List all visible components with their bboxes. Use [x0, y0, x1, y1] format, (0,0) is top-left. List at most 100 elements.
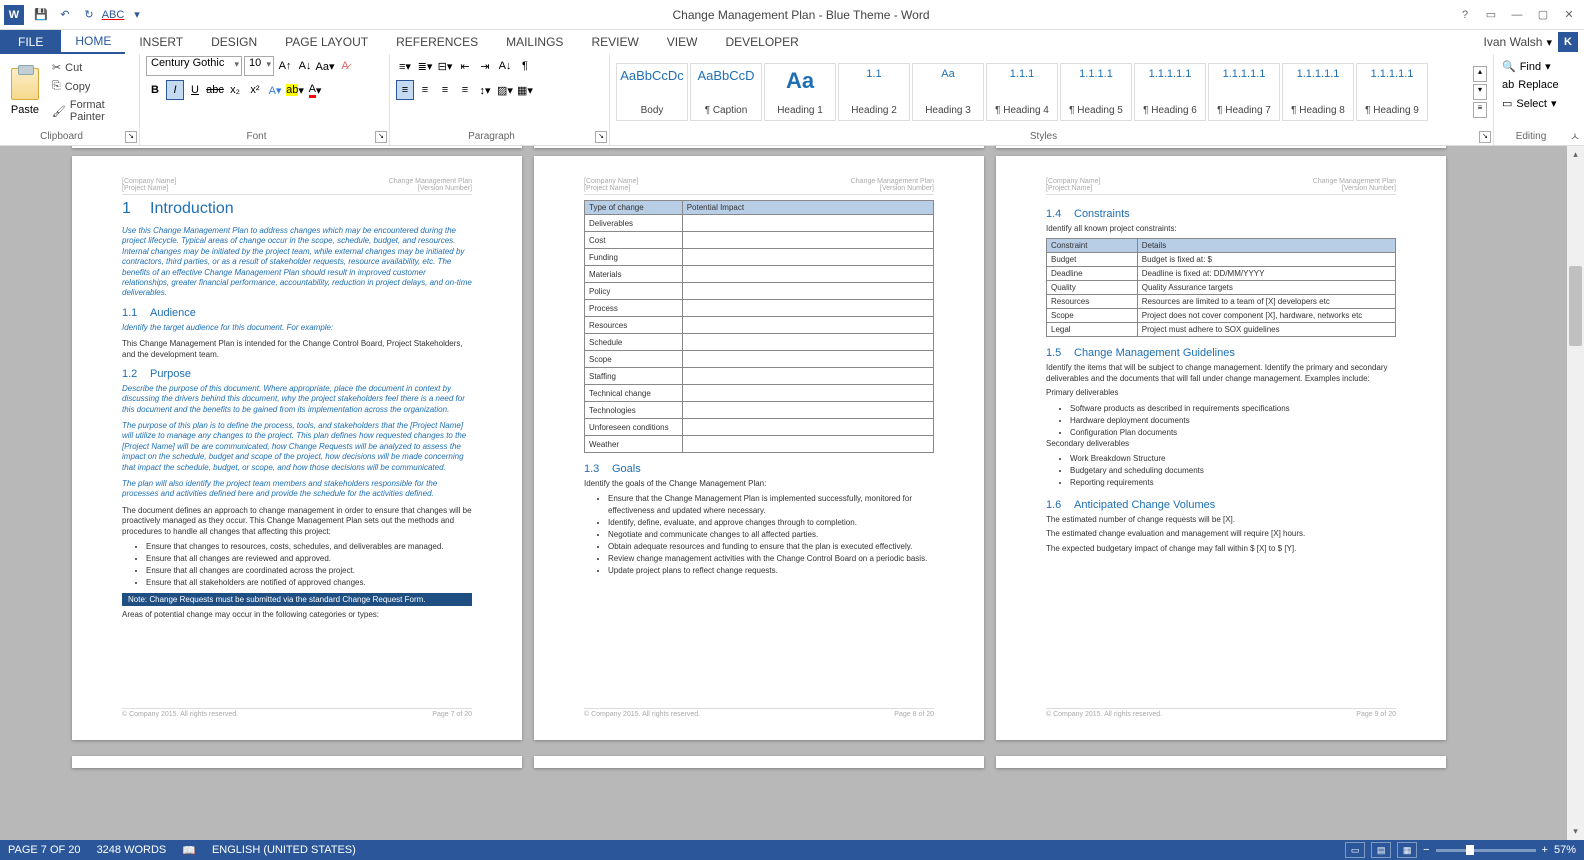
bullets-icon[interactable]: ≡▾: [396, 56, 414, 76]
document-canvas[interactable]: [Company Name][Project Name] Change Mana…: [0, 146, 1584, 840]
find-button[interactable]: 🔍Find ▾: [1500, 58, 1576, 75]
sort-icon[interactable]: A↓: [496, 56, 514, 76]
style-item[interactable]: AaHeading 3: [912, 63, 984, 121]
maximize-icon[interactable]: ▢: [1532, 4, 1554, 26]
zoom-out-button[interactable]: −: [1423, 844, 1429, 856]
copy-button[interactable]: ⎘Copy: [48, 78, 133, 95]
line-spacing-icon[interactable]: ↕▾: [476, 80, 494, 100]
multilevel-icon[interactable]: ⊟▾: [436, 56, 454, 76]
save-icon[interactable]: 💾: [30, 4, 52, 26]
scrollbar-thumb[interactable]: [1569, 266, 1582, 346]
scroll-down-icon[interactable]: ▾: [1567, 823, 1584, 840]
style-item[interactable]: AaHeading 1: [764, 63, 836, 121]
status-proofing-icon[interactable]: 📖: [182, 844, 196, 857]
zoom-in-button[interactable]: +: [1542, 844, 1548, 856]
tab-mailings[interactable]: MAILINGS: [492, 30, 577, 54]
style-item[interactable]: 1.1.1.1¶ Heading 5: [1060, 63, 1132, 121]
list-item: Reporting requirements: [1070, 477, 1396, 489]
grow-font-icon[interactable]: A↑: [276, 56, 294, 76]
format-painter-button[interactable]: 🖌Format Painter: [48, 97, 133, 125]
collapse-ribbon-icon[interactable]: ㅅ: [1570, 128, 1580, 144]
tab-insert[interactable]: INSERT: [125, 30, 197, 54]
print-layout-icon[interactable]: ▤: [1371, 842, 1391, 858]
style-item[interactable]: 1.1.1.1.1¶ Heading 7: [1208, 63, 1280, 121]
align-center-icon[interactable]: ≡: [416, 80, 434, 100]
highlight-icon[interactable]: ab▾: [286, 80, 304, 100]
tab-review[interactable]: REVIEW: [577, 30, 652, 54]
change-case-icon[interactable]: Aa▾: [316, 56, 334, 76]
user-name[interactable]: Ivan Walsh: [1484, 35, 1543, 49]
style-item[interactable]: AaBbCcD¶ Caption: [690, 63, 762, 121]
clear-formatting-icon[interactable]: A̷: [336, 56, 354, 76]
tab-references[interactable]: REFERENCES: [382, 30, 492, 54]
paragraph-launcher[interactable]: ↘: [595, 131, 607, 143]
tab-developer[interactable]: DEVELOPER: [711, 30, 812, 54]
borders-icon[interactable]: ▦▾: [516, 80, 534, 100]
status-words[interactable]: 3248 WORDS: [97, 844, 167, 856]
underline-button[interactable]: U: [186, 80, 204, 100]
editing-group-label: Editing: [1494, 129, 1568, 145]
spellcheck-icon[interactable]: ABC: [102, 4, 124, 26]
strikethrough-button[interactable]: abc: [206, 80, 224, 100]
show-hide-icon[interactable]: ¶: [516, 56, 534, 76]
font-name-combo[interactable]: Century Gothic: [146, 56, 242, 76]
align-left-icon[interactable]: ≡: [396, 80, 414, 100]
font-color-icon[interactable]: A▾: [306, 80, 324, 100]
ribbon-display-icon[interactable]: ▭: [1480, 4, 1502, 26]
help-icon[interactable]: ?: [1454, 4, 1476, 26]
tab-file[interactable]: FILE: [0, 30, 61, 54]
styles-scroll-up-icon[interactable]: ▴: [1473, 66, 1487, 82]
style-item[interactable]: 1.1.1.1.1¶ Heading 9: [1356, 63, 1428, 121]
zoom-slider[interactable]: [1436, 849, 1536, 852]
superscript-button[interactable]: x²: [246, 80, 264, 100]
paste-label: Paste: [11, 104, 39, 116]
styles-launcher[interactable]: ↘: [1479, 131, 1491, 143]
web-layout-icon[interactable]: ▦: [1397, 842, 1417, 858]
italic-button[interactable]: I: [166, 80, 184, 100]
align-right-icon[interactable]: ≡: [436, 80, 454, 100]
justify-icon[interactable]: ≡: [456, 80, 474, 100]
bold-button[interactable]: B: [146, 80, 164, 100]
tab-home[interactable]: HOME: [61, 30, 125, 54]
scroll-up-icon[interactable]: ▴: [1567, 146, 1584, 163]
read-mode-icon[interactable]: ▭: [1345, 842, 1365, 858]
subscript-button[interactable]: x₂: [226, 80, 244, 100]
vertical-scrollbar[interactable]: ▴ ▾: [1567, 146, 1584, 840]
clipboard-launcher[interactable]: ↘: [125, 131, 137, 143]
font-size-combo[interactable]: 10: [244, 56, 274, 76]
styles-scroll-down-icon[interactable]: ▾: [1473, 84, 1487, 100]
zoom-level[interactable]: 57%: [1554, 844, 1576, 856]
status-page[interactable]: PAGE 7 OF 20: [8, 844, 81, 856]
redo-icon[interactable]: ↻: [78, 4, 100, 26]
style-item[interactable]: 1.1Heading 2: [838, 63, 910, 121]
user-dropdown-icon[interactable]: ▾: [1546, 36, 1552, 49]
tab-pagelayout[interactable]: PAGE LAYOUT: [271, 30, 382, 54]
status-language[interactable]: ENGLISH (UNITED STATES): [212, 844, 356, 856]
minimize-icon[interactable]: —: [1506, 4, 1528, 26]
undo-icon[interactable]: ↶: [54, 4, 76, 26]
decrease-indent-icon[interactable]: ⇤: [456, 56, 474, 76]
shading-icon[interactable]: ▨▾: [496, 80, 514, 100]
shrink-font-icon[interactable]: A↓: [296, 56, 314, 76]
user-avatar[interactable]: K: [1558, 32, 1578, 52]
tab-design[interactable]: DESIGN: [197, 30, 271, 54]
font-launcher[interactable]: ↘: [375, 131, 387, 143]
styles-expand-icon[interactable]: ≡: [1473, 102, 1487, 118]
text-effects-icon[interactable]: A▾: [266, 80, 284, 100]
tab-view[interactable]: VIEW: [653, 30, 712, 54]
close-icon[interactable]: ✕: [1558, 4, 1580, 26]
numbering-icon[interactable]: ≣▾: [416, 56, 434, 76]
cut-button[interactable]: ✂Cut: [48, 59, 133, 76]
style-item[interactable]: AaBbCcDcBody: [616, 63, 688, 121]
document-page: [Company Name][Project Name] Change Mana…: [72, 156, 522, 740]
paste-button[interactable]: Paste: [6, 56, 44, 128]
styles-gallery[interactable]: AaBbCcDcBodyAaBbCcD¶ CaptionAaHeading 11…: [616, 56, 1473, 128]
word-app-icon: W: [4, 5, 24, 25]
increase-indent-icon[interactable]: ⇥: [476, 56, 494, 76]
style-item[interactable]: 1.1.1.1.1¶ Heading 6: [1134, 63, 1206, 121]
select-button[interactable]: ▭Select ▾: [1500, 95, 1576, 112]
replace-button[interactable]: abReplace: [1500, 77, 1576, 93]
style-item[interactable]: 1.1.1.1.1¶ Heading 8: [1282, 63, 1354, 121]
qat-customize-icon[interactable]: ▾: [126, 4, 148, 26]
style-item[interactable]: 1.1.1¶ Heading 4: [986, 63, 1058, 121]
